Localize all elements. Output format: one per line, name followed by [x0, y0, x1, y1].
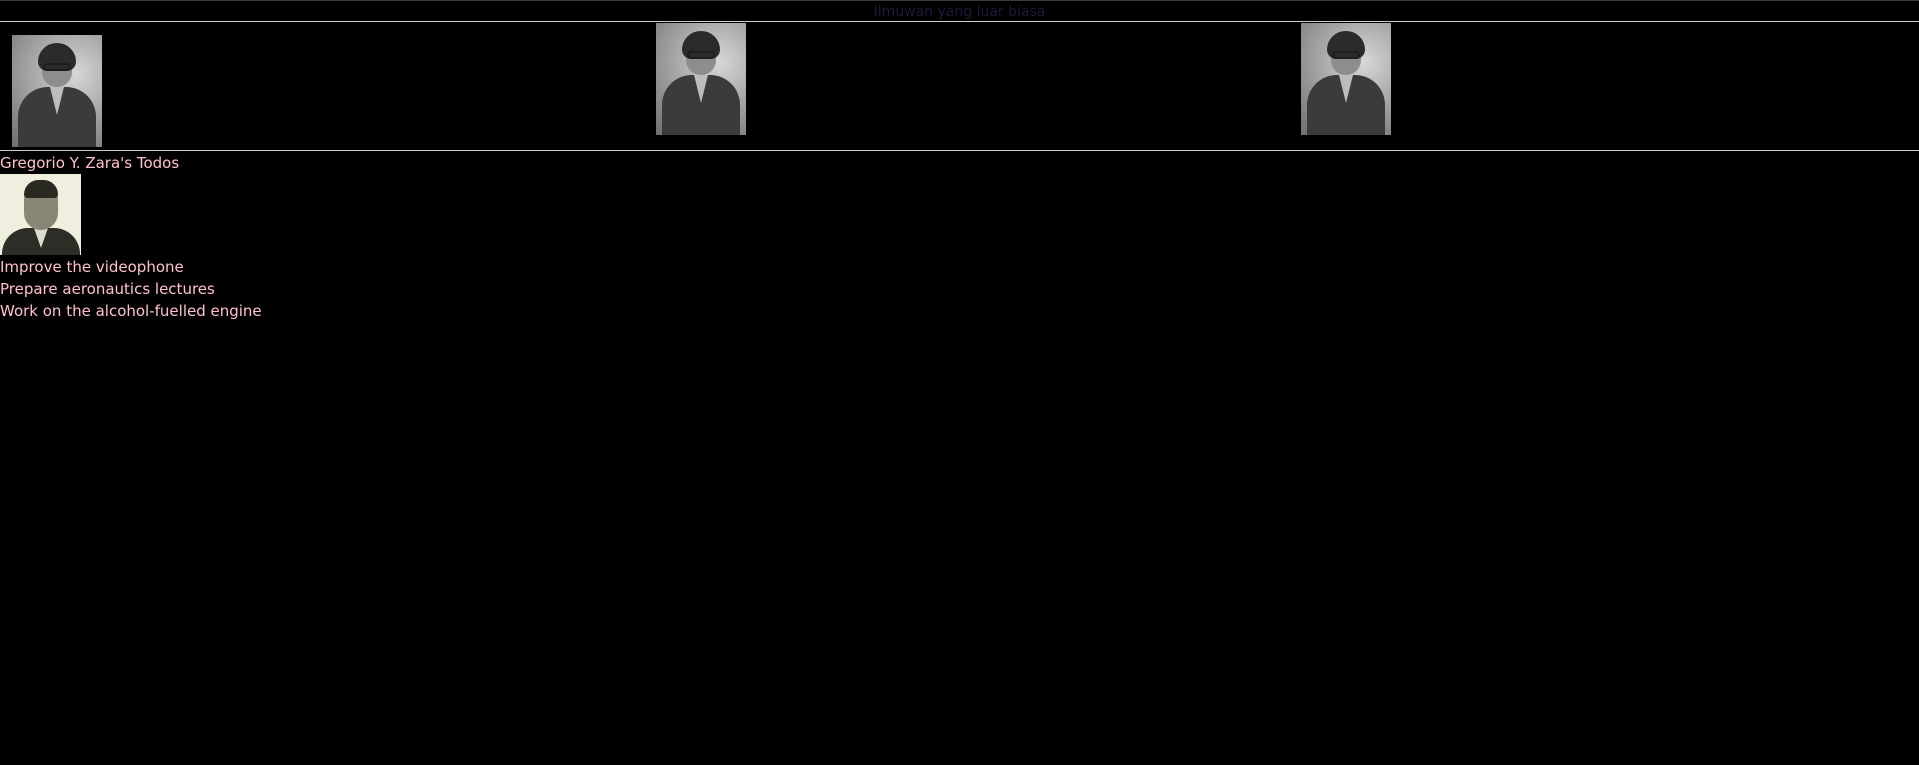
todo-list: Improve the videophone Prepare aeronauti… — [0, 256, 262, 322]
scientist-portrait-image — [656, 23, 746, 135]
todo-item: Improve the videophone — [0, 258, 184, 276]
scientist-gallery — [0, 23, 1919, 151]
todo-item: Work on the alcohol-fuelled engine — [0, 302, 262, 320]
profile-avatar-image — [0, 174, 81, 255]
todos-heading: Gregorio Y. Zara's Todos — [0, 154, 180, 172]
todo-item: Prepare aeronautics lectures — [0, 280, 215, 298]
scientist-portrait-image — [12, 35, 102, 147]
page-title: Ilmuwan yang luar biasa — [0, 0, 1919, 22]
scientist-portrait-image — [1301, 23, 1391, 135]
